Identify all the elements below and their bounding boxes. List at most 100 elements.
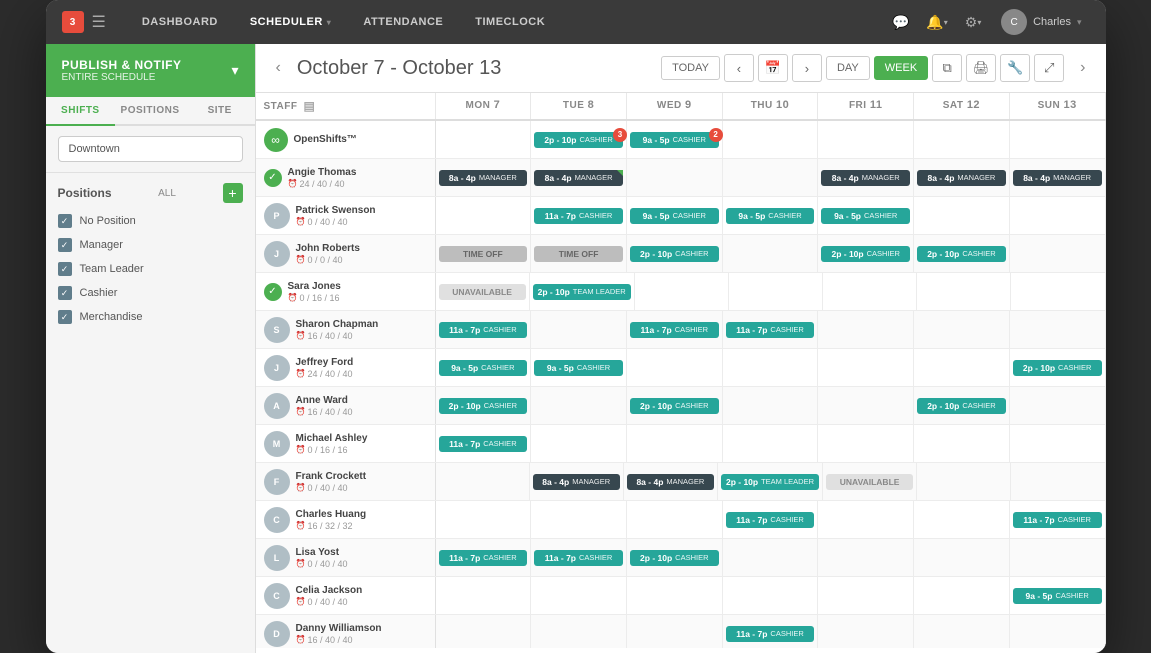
shift-cell[interactable]	[723, 387, 819, 424]
copy-button[interactable]: ⧉	[932, 54, 962, 82]
shift-cell[interactable]	[818, 615, 914, 648]
shift-cell[interactable]	[1010, 425, 1106, 462]
add-position-button[interactable]: +	[223, 183, 243, 203]
position-item[interactable]: Cashier	[46, 281, 255, 305]
shift-cell[interactable]	[436, 463, 530, 500]
shift-cell[interactable]: 2p - 10pCASHIER	[627, 387, 723, 424]
shift-cell[interactable]	[818, 311, 914, 348]
shift-cell[interactable]: 8a - 4pMANAGER	[531, 159, 627, 196]
shift-cell[interactable]	[914, 311, 1010, 348]
shift-cell[interactable]	[436, 577, 532, 614]
nav-attendance[interactable]: ATTENDANCE	[347, 0, 459, 44]
shift-cell[interactable]	[436, 501, 532, 538]
publish-notify-button[interactable]: PUBLISH & NOTIFY ENTIRE SCHEDULE ▾	[46, 44, 255, 97]
shift-cell[interactable]	[627, 349, 723, 386]
shift-cell[interactable]	[1011, 273, 1105, 310]
shift-cell[interactable]: 11a - 7pCASHIER	[627, 311, 723, 348]
shift-cell[interactable]	[436, 615, 532, 648]
position-checkbox[interactable]	[58, 214, 72, 228]
shift-cell[interactable]	[818, 577, 914, 614]
settings-icon-btn[interactable]: ⚙ ▾	[957, 6, 989, 38]
settings-button[interactable]: 🔧	[1000, 54, 1030, 82]
shift-cell[interactable]: 9a - 5pCASHIER	[818, 197, 914, 234]
shift-cell[interactable]: 11a - 7pCASHIER	[723, 501, 819, 538]
today-button[interactable]: TODAY	[661, 56, 720, 80]
shift-cell[interactable]: 2p - 10pCASHIER	[818, 235, 914, 272]
shift-cell[interactable]	[723, 159, 819, 196]
shift-cell[interactable]: 11a - 7pCASHIER	[531, 539, 627, 576]
shift-cell[interactable]	[914, 425, 1010, 462]
week-view-button[interactable]: WEEK	[874, 56, 928, 80]
shift-cell[interactable]: 8a - 4pMANAGER	[530, 463, 624, 500]
shift-cell[interactable]	[914, 121, 1010, 158]
position-checkbox[interactable]	[58, 262, 72, 276]
shift-cell[interactable]: 11a - 7pCASHIER	[531, 197, 627, 234]
shift-cell[interactable]: 2p - 10pCASHIER	[436, 387, 532, 424]
prev-arrow[interactable]: ‹	[272, 57, 285, 79]
position-item[interactable]: Team Leader	[46, 257, 255, 281]
shift-cell[interactable]: 2p - 10pCASHIER	[627, 235, 723, 272]
tab-site[interactable]: SITE	[185, 97, 255, 126]
shift-cell[interactable]	[818, 387, 914, 424]
shift-cell[interactable]	[723, 425, 819, 462]
shift-cell[interactable]: 9a - 5pCASHIER	[436, 349, 532, 386]
shift-cell[interactable]	[1010, 615, 1106, 648]
shift-cell[interactable]	[531, 425, 627, 462]
shift-cell[interactable]: UNAVAILABLE	[823, 463, 917, 500]
shift-cell[interactable]: 9a - 5pCASHIER2	[627, 121, 723, 158]
shift-cell[interactable]	[914, 197, 1010, 234]
tab-shifts[interactable]: SHIFTS	[46, 97, 116, 126]
shift-cell[interactable]: TIME OFF	[531, 235, 627, 272]
bell-icon-btn[interactable]: 🔔 ▾	[921, 6, 953, 38]
shift-cell[interactable]	[627, 425, 723, 462]
shift-cell[interactable]: 11a - 7pCASHIER	[1010, 501, 1106, 538]
shift-cell[interactable]	[531, 501, 627, 538]
expand-button[interactable]: ⤢	[1034, 54, 1064, 82]
shift-cell[interactable]	[627, 615, 723, 648]
shift-cell[interactable]	[531, 311, 627, 348]
shift-cell[interactable]: 11a - 7pCASHIER	[436, 425, 532, 462]
shift-cell[interactable]: 11a - 7pCASHIER	[436, 539, 532, 576]
shift-cell[interactable]	[436, 197, 532, 234]
shift-cell[interactable]	[531, 577, 627, 614]
shift-cell[interactable]	[723, 121, 819, 158]
shift-cell[interactable]	[531, 387, 627, 424]
shift-cell[interactable]	[1010, 387, 1106, 424]
shift-cell[interactable]	[729, 273, 823, 310]
shift-cell[interactable]	[723, 349, 819, 386]
shift-cell[interactable]	[723, 577, 819, 614]
shift-cell[interactable]: 11a - 7pCASHIER	[436, 311, 532, 348]
shift-cell[interactable]	[818, 121, 914, 158]
position-item[interactable]: Merchandise	[46, 305, 255, 329]
shift-cell[interactable]	[914, 349, 1010, 386]
shift-cell[interactable]	[1010, 197, 1106, 234]
shift-cell[interactable]: TIME OFF	[436, 235, 532, 272]
next-arrow[interactable]: ›	[1076, 57, 1089, 79]
shift-cell[interactable]	[635, 273, 729, 310]
shift-cell[interactable]	[818, 425, 914, 462]
position-item[interactable]: No Position	[46, 209, 255, 233]
shift-cell[interactable]: 8a - 4pMANAGER	[818, 159, 914, 196]
shift-cell[interactable]: 8a - 4pMANAGER	[624, 463, 718, 500]
shift-cell[interactable]	[531, 615, 627, 648]
shift-cell[interactable]	[917, 463, 1011, 500]
shift-cell[interactable]	[1010, 121, 1106, 158]
position-checkbox[interactable]	[58, 286, 72, 300]
shift-cell[interactable]: 2p - 10pCASHIER	[1010, 349, 1106, 386]
nav-scheduler[interactable]: SCHEDULER ▾	[234, 0, 347, 44]
nav-dashboard[interactable]: DASHBOARD	[126, 0, 234, 44]
shift-cell[interactable]: 8a - 4pMANAGER	[914, 159, 1010, 196]
shift-cell[interactable]	[917, 273, 1011, 310]
shift-cell[interactable]: 8a - 4pMANAGER	[1010, 159, 1106, 196]
shift-cell[interactable]	[723, 539, 819, 576]
shift-cell[interactable]	[627, 159, 723, 196]
day-view-button[interactable]: DAY	[826, 56, 870, 80]
shift-cell[interactable]: 2p - 10pCASHIER3	[531, 121, 627, 158]
shift-cell[interactable]	[723, 235, 819, 272]
shift-cell[interactable]	[1010, 539, 1106, 576]
shift-cell[interactable]	[818, 539, 914, 576]
shift-cell[interactable]: 9a - 5pCASHIER	[1010, 577, 1106, 614]
shift-cell[interactable]	[627, 501, 723, 538]
shift-cell[interactable]: 11a - 7pCASHIER	[723, 615, 819, 648]
shift-cell[interactable]: 9a - 5pCASHIER	[627, 197, 723, 234]
